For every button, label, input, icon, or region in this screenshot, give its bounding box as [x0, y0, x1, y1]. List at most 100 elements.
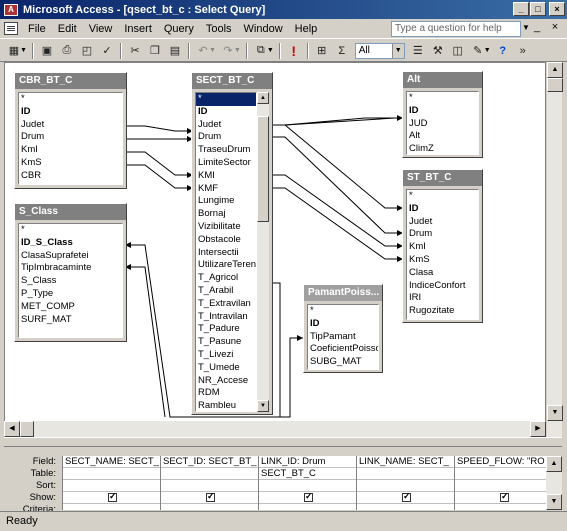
view-dropdown-icon[interactable]: ▼: [20, 47, 27, 54]
field-item[interactable]: MET_COMP: [19, 301, 122, 314]
field-list[interactable]: * ID TipPamant CoeficientPoisson SUBG_MA…: [307, 304, 379, 370]
field-item[interactable]: ID: [19, 106, 122, 119]
table-alt[interactable]: Alt * ID JUD Alt ClimZ: [402, 71, 483, 158]
field-item[interactable]: Alt: [407, 130, 478, 143]
grid-column[interactable]: SPEED_FLOW: "RO: [455, 456, 546, 510]
table-title[interactable]: ST_BT_C: [403, 170, 482, 186]
field-item[interactable]: T_Umede: [196, 362, 256, 375]
field-item[interactable]: SURF_MAT: [19, 314, 122, 327]
show-checkbox[interactable]: [500, 492, 509, 502]
field-item[interactable]: Obstacole: [196, 234, 256, 247]
field-item[interactable]: ID: [196, 106, 256, 119]
print-icon[interactable]: ⎙: [57, 42, 77, 60]
show-checkbox[interactable]: [108, 492, 117, 502]
field-list-scrollbar[interactable]: ▲ ▼: [257, 92, 269, 412]
table-pane-horizontal-scrollbar[interactable]: ◀ ▶: [4, 421, 546, 437]
criteria-cell[interactable]: [259, 504, 356, 510]
field-item[interactable]: Clasa: [407, 267, 478, 280]
show-checkbox[interactable]: [206, 492, 215, 502]
menu-insert[interactable]: Insert: [118, 23, 158, 35]
field-item[interactable]: SUBG_MAT: [308, 356, 378, 369]
field-item[interactable]: P_Type: [19, 288, 122, 301]
field-item[interactable]: JUD: [407, 118, 478, 131]
scroll-thumb[interactable]: [20, 421, 34, 437]
run-icon[interactable]: !: [284, 42, 304, 60]
field-item[interactable]: Rugozitate: [407, 305, 478, 318]
table-cell[interactable]: [63, 468, 160, 480]
table-title[interactable]: S_Class: [15, 204, 126, 220]
criteria-cell[interactable]: [455, 504, 546, 510]
field-item[interactable]: T_Pasune: [196, 336, 256, 349]
field-item[interactable]: *: [196, 93, 256, 106]
field-item[interactable]: Rambleu: [196, 400, 256, 411]
field-cell[interactable]: SPEED_FLOW: "RO: [455, 456, 546, 468]
menu-window[interactable]: Window: [238, 23, 289, 35]
scroll-down-icon[interactable]: ▼: [546, 494, 562, 510]
field-item[interactable]: CoeficientPoisson: [308, 343, 378, 356]
grid-vertical-scrollbar[interactable]: ▲ ▼: [546, 456, 562, 510]
field-item[interactable]: KMF: [196, 183, 256, 196]
build-icon[interactable]: ⚒: [428, 42, 448, 60]
field-item[interactable]: Judet: [407, 216, 478, 229]
field-item[interactable]: TipPamant: [308, 331, 378, 344]
field-item[interactable]: RDM: [196, 387, 256, 400]
properties-icon[interactable]: ☰: [408, 42, 428, 60]
field-item[interactable]: KmI: [19, 144, 122, 157]
scroll-down-icon[interactable]: ▼: [257, 400, 269, 412]
scroll-down-icon[interactable]: ▼: [547, 405, 563, 421]
field-item[interactable]: KmS: [19, 157, 122, 170]
field-item[interactable]: CBR: [19, 170, 122, 183]
field-item[interactable]: *: [407, 92, 478, 105]
doc-close-icon[interactable]: ×: [548, 21, 562, 33]
maximize-button[interactable]: □: [530, 2, 546, 16]
field-item[interactable]: KmI: [407, 241, 478, 254]
query-document-icon[interactable]: [4, 22, 18, 35]
scroll-thumb[interactable]: [257, 116, 269, 222]
field-item[interactable]: KmS: [407, 254, 478, 267]
table-cell[interactable]: [357, 468, 454, 480]
field-item[interactable]: *: [308, 305, 378, 318]
grid-column[interactable]: SECT_ID: SECT_BT_: [161, 456, 259, 510]
grid-column[interactable]: SECT_NAME: SECT_: [63, 456, 161, 510]
field-item[interactable]: ID_S_Class: [19, 237, 122, 250]
query-type-dropdown-icon[interactable]: ▼: [267, 47, 274, 54]
top-values-select[interactable]: All ▼: [354, 42, 405, 59]
doc-minimize-icon[interactable]: _: [530, 21, 544, 33]
criteria-cell[interactable]: [161, 504, 258, 510]
field-item[interactable]: ClimZ: [407, 143, 478, 154]
field-item[interactable]: Drum: [407, 228, 478, 241]
paste-icon[interactable]: ▤: [165, 42, 185, 60]
show-table-icon[interactable]: ⊞: [312, 42, 332, 60]
field-item[interactable]: TraseuDrum: [196, 144, 256, 157]
table-cbr-bt-c[interactable]: CBR_BT_C * ID Judet Drum KmI KmS CBR: [14, 72, 127, 189]
field-list[interactable]: * ID_S_Class ClasaSuprafetei TipImbracam…: [18, 223, 123, 338]
show-checkbox[interactable]: [304, 492, 313, 502]
criteria-cell[interactable]: [357, 504, 454, 510]
field-list[interactable]: * ID JUD Alt ClimZ: [406, 91, 479, 155]
field-item[interactable]: ClasaSuprafetei: [19, 250, 122, 263]
field-item[interactable]: T_Arabil: [196, 285, 256, 298]
field-item[interactable]: Judet: [196, 119, 256, 132]
table-cell[interactable]: SECT_BT_C: [259, 468, 356, 480]
totals-icon[interactable]: Σ: [332, 42, 352, 60]
scroll-up-icon[interactable]: ▲: [547, 62, 563, 78]
table-s-class[interactable]: S_Class * ID_S_Class ClasaSuprafetei Tip…: [14, 203, 127, 342]
menu-edit[interactable]: Edit: [52, 23, 83, 35]
table-title[interactable]: Alt: [403, 72, 482, 88]
scroll-up-icon[interactable]: ▲: [546, 456, 562, 472]
field-list[interactable]: * ID Judet Drum KmI KmS Clasa IndiceConf…: [406, 189, 479, 320]
menu-file[interactable]: File: [22, 23, 52, 35]
menu-help[interactable]: Help: [289, 23, 324, 35]
field-item[interactable]: *: [407, 190, 478, 203]
field-list[interactable]: * ID Judet Drum TraseuDrum LimiteSector …: [195, 92, 257, 412]
table-sect-bt-c[interactable]: SECT_BT_C * ID Judet Drum TraseuDrum Lim…: [191, 72, 273, 415]
menu-view[interactable]: View: [83, 23, 119, 35]
sort-cell[interactable]: [161, 480, 258, 492]
field-item[interactable]: *: [19, 93, 122, 106]
table-title[interactable]: SECT_BT_C: [192, 73, 272, 89]
field-item[interactable]: Bornaj: [196, 208, 256, 221]
field-cell[interactable]: SECT_ID: SECT_BT_: [161, 456, 258, 468]
help-dropdown-arrow-icon[interactable]: ▼: [522, 23, 530, 32]
table-pamant-poisson[interactable]: PamantPoiss... * ID TipPamant Coeficient…: [303, 284, 383, 373]
field-item[interactable]: ID: [308, 318, 378, 331]
